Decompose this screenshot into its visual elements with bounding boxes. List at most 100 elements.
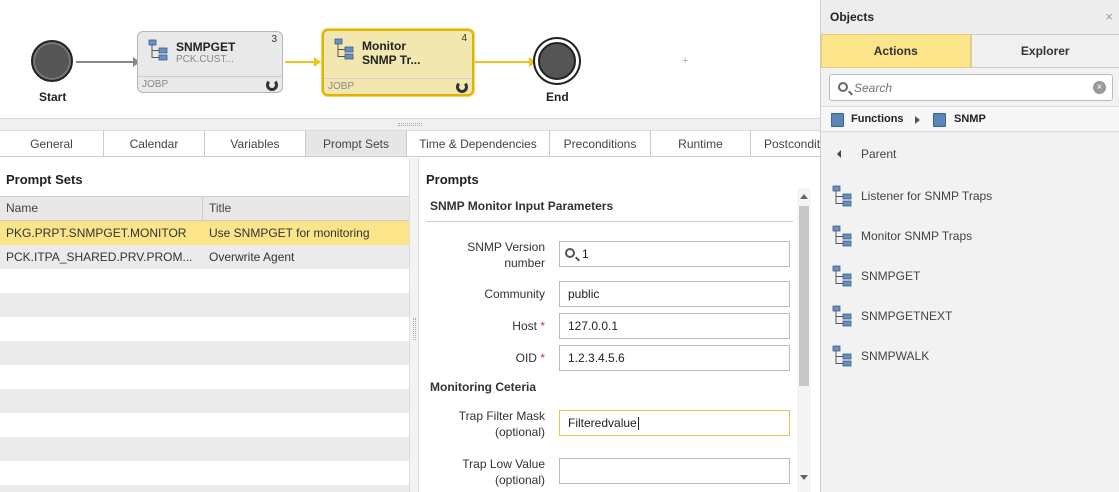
column-header-title[interactable]: Title [203,197,409,220]
start-node[interactable] [31,40,73,82]
trap-low-field[interactable] [559,458,790,484]
job-subtitle: PCK.CUST... [176,54,234,65]
table-row[interactable]: PKG.PRPT.SNMPGET.MONITOR Use SNMPGET for… [0,221,409,245]
host-field[interactable]: 127.0.0.1 [559,313,790,339]
list-item[interactable]: SNMPWALK [821,342,1119,370]
trap-filter-field[interactable]: Filteredvalue [559,410,790,436]
workflow-job-icon [332,37,356,61]
scrollbar[interactable] [797,188,811,492]
search-icon [838,82,848,92]
horizontal-splitter[interactable] [0,118,820,130]
objects-search: × [829,74,1113,101]
scroll-thumb[interactable] [799,206,809,386]
folder-icon [831,113,844,127]
tab-postconditions[interactable]: Postcondit [751,130,820,156]
add-icon[interactable]: + [682,55,688,67]
close-icon[interactable]: × [1105,9,1113,24]
tab-general[interactable]: General [0,130,104,156]
cell-name: PCK.ITPA_SHARED.PRV.PROM... [6,250,193,264]
empty-row [0,341,409,365]
list-item-label: SNMPWALK [861,349,930,363]
tab-explorer[interactable]: Explorer [970,34,1119,68]
chevron-right-icon [915,116,920,124]
empty-row [0,413,409,437]
job-title-line2: SNMP Tr... [362,53,421,67]
tab-bar: General Calendar Variables Prompt Sets T… [0,130,820,157]
job-number: 3 [271,34,277,45]
tab-time-dependencies[interactable]: Time & Dependencies [407,130,550,156]
clear-icon[interactable]: × [1093,81,1106,94]
job-title: Monitor [362,39,406,53]
objects-panel: Objects × Actions Explorer × Functions S… [820,0,1119,492]
empty-row [0,485,409,492]
workflow-job-icon [830,264,854,288]
community-field[interactable]: public [559,281,790,307]
column-header-name[interactable]: Name [0,197,203,220]
tab-variables[interactable]: Variables [205,130,306,156]
reload-icon[interactable] [266,79,278,91]
grid-header: Name Title [0,196,409,221]
trap-filter-label: Trap Filter Mask (optional) [458,409,545,439]
workflow-job-icon [830,344,854,368]
host-label: Host * [512,319,545,333]
parent-item[interactable]: Parent [821,140,1119,168]
tab-actions[interactable]: Actions [821,34,971,68]
scroll-up-icon[interactable] [800,194,808,199]
list-item[interactable]: Monitor SNMP Traps [821,222,1119,250]
section-divider [426,221,793,222]
prompt-sets-heading: Prompt Sets [6,172,83,187]
empty-row [0,365,409,389]
workflow-canvas[interactable]: Start 3 SNMPGET PCK.CUST... JOBP 4 Monit… [0,0,820,118]
tab-prompt-sets[interactable]: Prompt Sets [306,130,407,156]
cell-name: PKG.PRPT.SNMPGET.MONITOR [6,226,187,240]
back-arrow-icon [837,150,841,158]
empty-row [0,293,409,317]
reload-icon[interactable] [456,81,468,93]
job-number: 4 [461,33,467,44]
search-input[interactable] [854,78,1084,97]
tab-calendar[interactable]: Calendar [104,130,205,156]
job-node-monitor-snmp[interactable]: 4 Monitor SNMP Tr... JOBP [322,29,474,96]
job-type: JOBP [328,81,355,92]
search-icon[interactable] [565,248,575,258]
connector-arrow [76,57,140,67]
table-row[interactable]: PCK.ITPA_SHARED.PRV.PROM... Overwrite Ag… [0,245,409,269]
empty-row [0,317,409,341]
community-label: Community [484,287,545,301]
oid-field[interactable]: 1.2.3.4.5.6 [559,345,790,371]
parent-label: Parent [861,147,897,161]
section-title: SNMP Monitor Input Parameters [430,199,614,213]
list-item-label: SNMPGETNEXT [861,309,953,323]
tab-preconditions[interactable]: Preconditions [550,130,651,156]
vertical-splitter[interactable] [409,158,419,492]
list-item[interactable]: SNMPGET [821,262,1119,290]
folder-icon [933,113,946,127]
breadcrumb-functions[interactable]: Functions [851,113,904,125]
cell-title: Overwrite Agent [209,250,295,264]
section-title: Monitoring Ceteria [430,380,537,394]
end-node[interactable] [538,42,576,80]
list-item-label: Monitor SNMP Traps [861,229,973,243]
job-node-snmpget[interactable]: 3 SNMPGET PCK.CUST... JOBP [137,31,283,93]
breadcrumb-snmp[interactable]: SNMP [954,113,986,125]
connector-arrow [285,57,321,67]
tab-runtime[interactable]: Runtime [651,130,751,156]
workflow-job-icon [830,184,854,208]
empty-row [0,269,409,293]
start-label: Start [39,90,67,104]
list-item-label: Listener for SNMP Traps [861,189,993,203]
end-label: End [546,90,569,104]
list-item[interactable]: SNMPGETNEXT [821,302,1119,330]
breadcrumb: Functions SNMP [821,106,1119,132]
connector-arrow [475,57,536,67]
workflow-job-icon [146,38,170,62]
prompts-panel: Prompts SNMP Monitor Input Parameters SN… [419,158,820,492]
objects-header: Objects × [821,0,1119,34]
list-item[interactable]: Listener for SNMP Traps [821,182,1119,210]
snmp-version-field[interactable]: 1 [559,241,790,267]
scroll-down-icon[interactable] [800,475,808,480]
trap-low-label: Trap Low Value (optional) [462,457,545,487]
empty-row [0,437,409,461]
workflow-job-icon [830,304,854,328]
workflow-job-icon [830,224,854,248]
